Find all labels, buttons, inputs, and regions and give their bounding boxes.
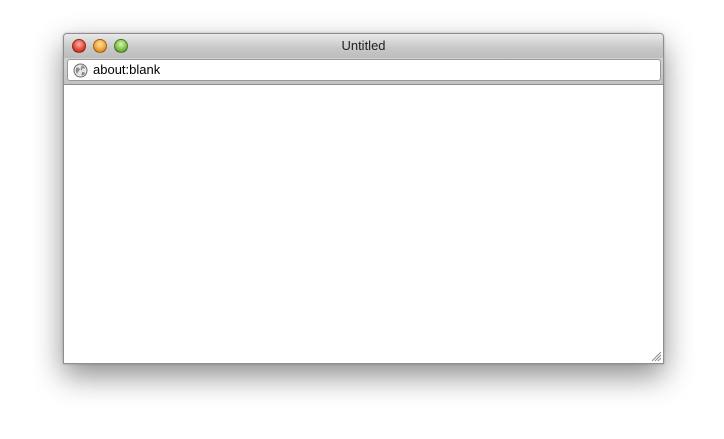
page-content[interactable] — [64, 85, 663, 363]
title-bar[interactable]: Untitled — [64, 34, 663, 59]
globe-icon — [73, 63, 88, 78]
toolbar: about:blank — [64, 58, 663, 85]
address-bar[interactable]: about:blank — [67, 59, 661, 81]
window-title: Untitled — [341, 38, 386, 53]
browser-window: Untitled about:blank — [63, 33, 664, 364]
address-input[interactable]: about:blank — [93, 62, 160, 77]
resize-grip-icon[interactable] — [651, 351, 662, 362]
